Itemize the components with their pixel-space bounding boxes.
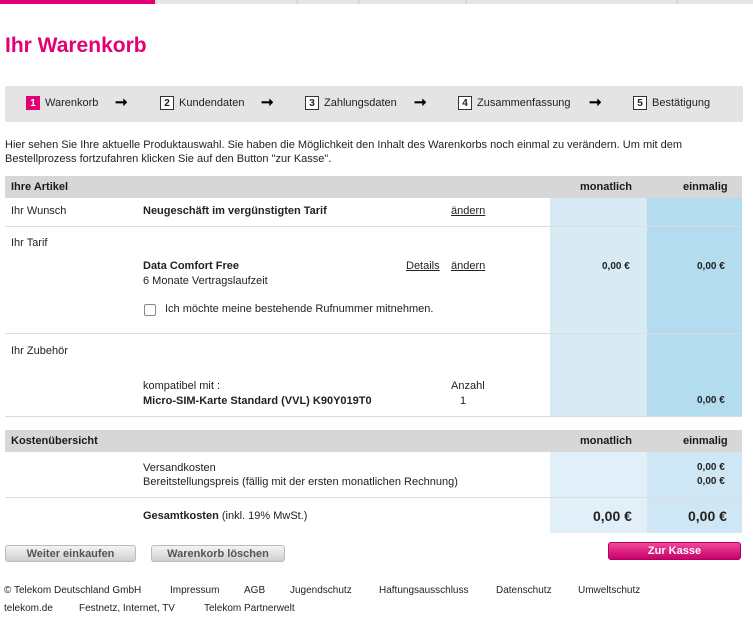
clear-cart-button[interactable]: Warenkorb löschen: [151, 545, 285, 562]
footer-link-jugendschutz[interactable]: Jugendschutz: [290, 585, 352, 596]
wunsch-change-link[interactable]: ändern: [451, 205, 485, 217]
zubehoer-qty: 1: [460, 395, 467, 407]
col-monthly-header: monatlich: [580, 435, 632, 447]
wunsch-value: Neugeschäft im vergünstigten Tarif: [143, 205, 327, 217]
tarif-monthly-price: 0,00 €: [602, 261, 630, 272]
checkout-steps: 1 Warenkorb ➞ 2 Kundendaten ➞ 3 Zahlungs…: [5, 86, 743, 122]
step-number: 1: [26, 96, 40, 110]
footer-link-datenschutz[interactable]: Datenschutz: [496, 585, 552, 596]
col-once-header: einmalig: [683, 435, 728, 447]
tarif-term: 6 Monate Vertragslaufzeit: [143, 275, 268, 287]
total-label: Gesamtkosten: [143, 510, 219, 522]
tarif-details-link[interactable]: Details: [406, 260, 440, 272]
total-monthly-price: 0,00 €: [593, 508, 632, 524]
articles-header-title: Ihre Artikel: [11, 181, 69, 193]
divider: [5, 333, 742, 334]
zubehoer-compat: kompatibel mit :: [143, 380, 221, 392]
keep-number-checkbox[interactable]: [144, 304, 156, 316]
step-label: Zusammenfassung: [477, 97, 571, 109]
divider: [5, 416, 742, 417]
step-label: Warenkorb: [45, 97, 99, 109]
articles-header: Ihre Artikel monatlich einmalig: [5, 176, 742, 198]
arrow-right-icon: ➞: [261, 94, 274, 111]
tarif-label: Ihr Tarif: [11, 237, 48, 249]
divider: [5, 497, 742, 498]
zubehoer-product: Micro-SIM-Karte Standard (VVL) K90Y019T0: [143, 395, 372, 407]
provision-label: Bereitstellungspreis (fällig mit der ers…: [143, 476, 458, 488]
step-bestaetigung: 5 Bestätigung: [633, 96, 710, 110]
col-monthly-header: monatlich: [580, 181, 632, 193]
footer-link-partnerwelt[interactable]: Telekom Partnerwelt: [204, 603, 295, 614]
step-number: 3: [305, 96, 319, 110]
top-tab[interactable]: [466, 0, 677, 4]
divider: [5, 226, 742, 227]
keep-number-label: Ich möchte meine bestehende Rufnummer mi…: [165, 303, 434, 315]
step-zusammenfassung: 4 Zusammenfassung: [458, 96, 571, 110]
step-number: 5: [633, 96, 647, 110]
tarif-name: Data Comfort Free: [143, 260, 239, 272]
articles-table: Ihre Artikel monatlich einmalig Ihr Wuns…: [5, 176, 742, 417]
arrow-right-icon: ➞: [115, 94, 128, 111]
top-tab[interactable]: [156, 0, 297, 4]
page-title: Ihr Warenkorb: [5, 34, 147, 57]
zubehoer-label: Ihr Zubehör: [11, 345, 68, 357]
footer-link-telekom[interactable]: telekom.de: [4, 603, 53, 614]
zubehoer-qty-label: Anzahl: [451, 380, 485, 392]
footer-copyright: © Telekom Deutschland GmbH: [4, 585, 142, 596]
footer-link-agb[interactable]: AGB: [244, 585, 265, 596]
tarif-change-link[interactable]: ändern: [451, 260, 485, 272]
total-once-price: 0,00 €: [688, 508, 727, 524]
step-label: Kundendaten: [179, 97, 245, 109]
costs-header: Kostenübersicht monatlich einmalig: [5, 430, 742, 452]
monthly-column: [550, 198, 647, 417]
tarif-once-price: 0,00 €: [697, 261, 725, 272]
step-label: Zahlungsdaten: [324, 97, 397, 109]
footer-link-impressum[interactable]: Impressum: [170, 585, 219, 596]
top-tab-active[interactable]: [0, 0, 155, 4]
costs-table: Kostenübersicht monatlich einmalig Versa…: [5, 430, 742, 533]
shipping-once-price: 0,00 €: [697, 462, 725, 473]
top-tab[interactable]: [678, 0, 753, 4]
once-column: [647, 198, 742, 417]
intro-text: Hier sehen Sie Ihre aktuelle Produktausw…: [5, 139, 683, 165]
step-number: 4: [458, 96, 472, 110]
footer-link-haftungsausschluss[interactable]: Haftungsausschluss: [379, 585, 469, 596]
top-tab[interactable]: [298, 0, 359, 4]
arrow-right-icon: ➞: [589, 94, 602, 111]
arrow-right-icon: ➞: [414, 94, 427, 111]
zubehoer-once-price: 0,00 €: [697, 395, 725, 406]
shipping-label: Versandkosten: [143, 462, 216, 474]
continue-shopping-button[interactable]: Weiter einkaufen: [5, 545, 136, 562]
total-row: Gesamtkosten (inkl. 19% MwSt.): [143, 510, 307, 522]
provision-once-price: 0,00 €: [697, 476, 725, 487]
col-once-header: einmalig: [683, 181, 728, 193]
checkout-button[interactable]: Zur Kasse: [608, 542, 741, 560]
total-note: (inkl. 19% MwSt.): [221, 510, 308, 522]
step-zahlungsdaten: 3 Zahlungsdaten: [305, 96, 397, 110]
footer-link-umweltschutz[interactable]: Umweltschutz: [578, 585, 640, 596]
step-kundendaten: 2 Kundendaten: [160, 96, 244, 110]
top-tab[interactable]: [360, 0, 465, 4]
wunsch-label: Ihr Wunsch: [11, 205, 67, 217]
footer-link-festnetz[interactable]: Festnetz, Internet, TV: [79, 603, 175, 614]
step-label: Bestätigung: [652, 97, 711, 109]
step-number: 2: [160, 96, 174, 110]
costs-header-title: Kostenübersicht: [11, 435, 98, 447]
step-warenkorb: 1 Warenkorb: [26, 96, 98, 110]
top-tab-strip: [0, 0, 753, 4]
